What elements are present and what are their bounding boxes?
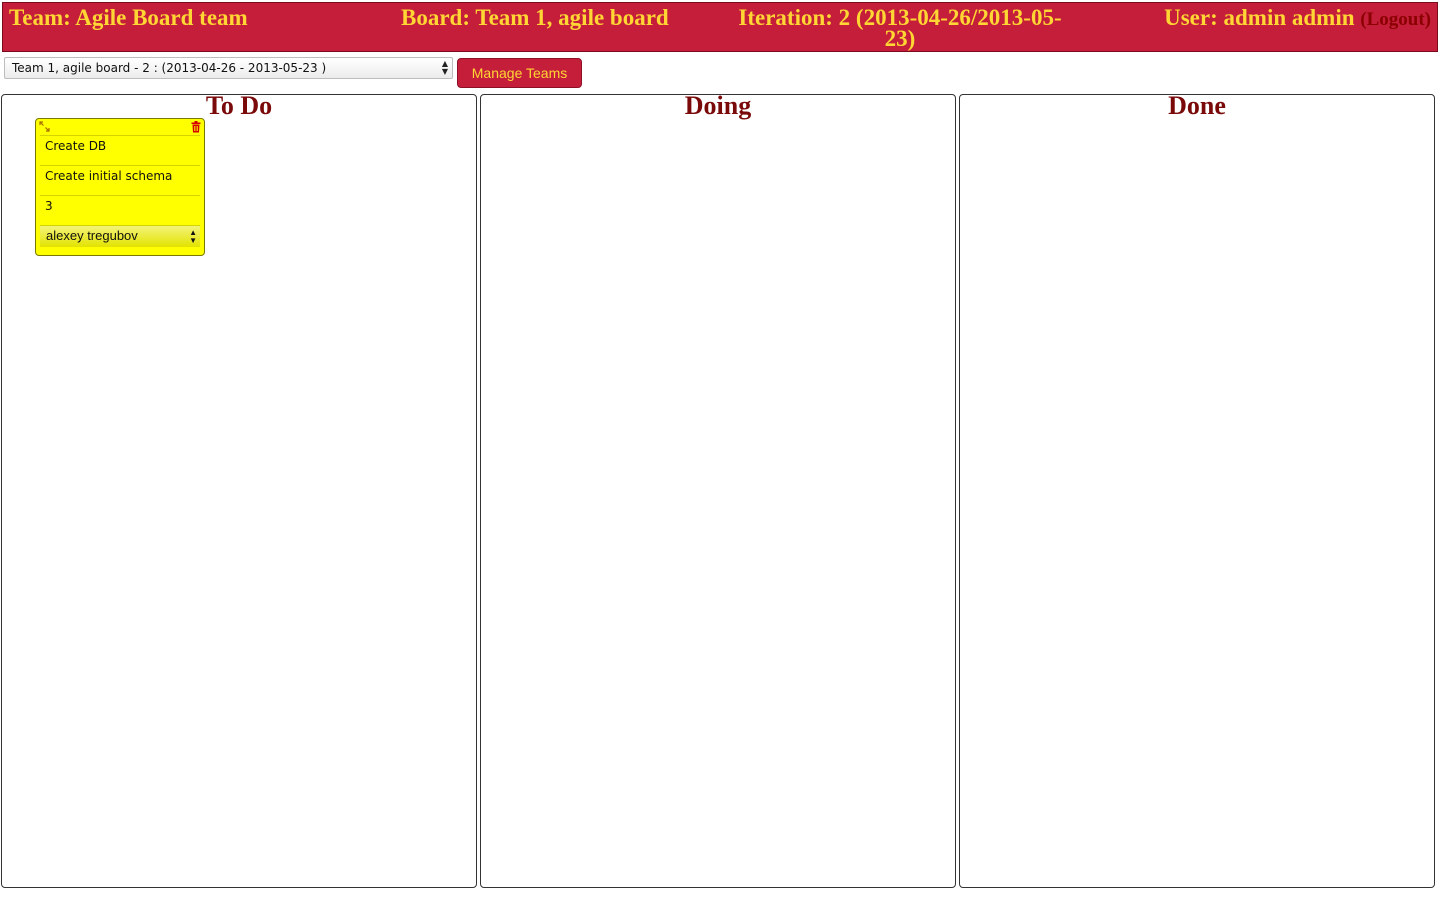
select-arrows-icon: ▲ ▼: [189, 228, 197, 245]
app-header: Team: Agile Board team Board: Team 1, ag…: [2, 2, 1438, 52]
board-select-value: Team 1, agile board - 2 : (2013-04-26 - …: [12, 61, 327, 75]
column-doing[interactable]: Doing: [480, 91, 956, 888]
card-assignee-select[interactable]: alexey tregubov ▲ ▼: [40, 225, 200, 247]
expand-icon[interactable]: [39, 121, 50, 132]
user-name: User: admin admin: [1164, 5, 1355, 30]
card-estimate[interactable]: 3: [40, 195, 200, 224]
column-todo[interactable]: To Do Create DB Create initial schema 3 …: [1, 91, 477, 888]
assignee-value: alexey tregubov: [46, 228, 138, 243]
task-card[interactable]: Create DB Create initial schema 3 alexey…: [35, 118, 205, 256]
board-name: Board: Team 1, agile board: [401, 5, 669, 30]
toolbar: Team 1, agile board - 2 : (2013-04-26 - …: [0, 55, 1440, 91]
team-name: Team: Agile Board team: [9, 5, 248, 30]
select-arrows-icon: ▲ ▼: [441, 59, 448, 76]
column-done[interactable]: Done: [959, 91, 1435, 888]
board-iteration-select[interactable]: Team 1, agile board - 2 : (2013-04-26 - …: [4, 57, 453, 79]
card-title[interactable]: Create DB: [40, 135, 200, 164]
column-title-doing: Doing: [684, 91, 752, 120]
logout-link[interactable]: (Logout): [1360, 9, 1431, 30]
user-info: User: admin admin (Logout): [1164, 5, 1431, 30]
column-title-done: Done: [1168, 91, 1226, 120]
column-title-todo: To Do: [205, 91, 273, 120]
card-toolbar: [36, 119, 204, 135]
manage-teams-button[interactable]: Manage Teams: [457, 58, 582, 88]
trash-icon[interactable]: [191, 121, 201, 133]
iteration-info: Iteration: 2 (2013-04-26/2013-05-23): [738, 5, 1062, 51]
card-description[interactable]: Create initial schema: [40, 165, 200, 194]
